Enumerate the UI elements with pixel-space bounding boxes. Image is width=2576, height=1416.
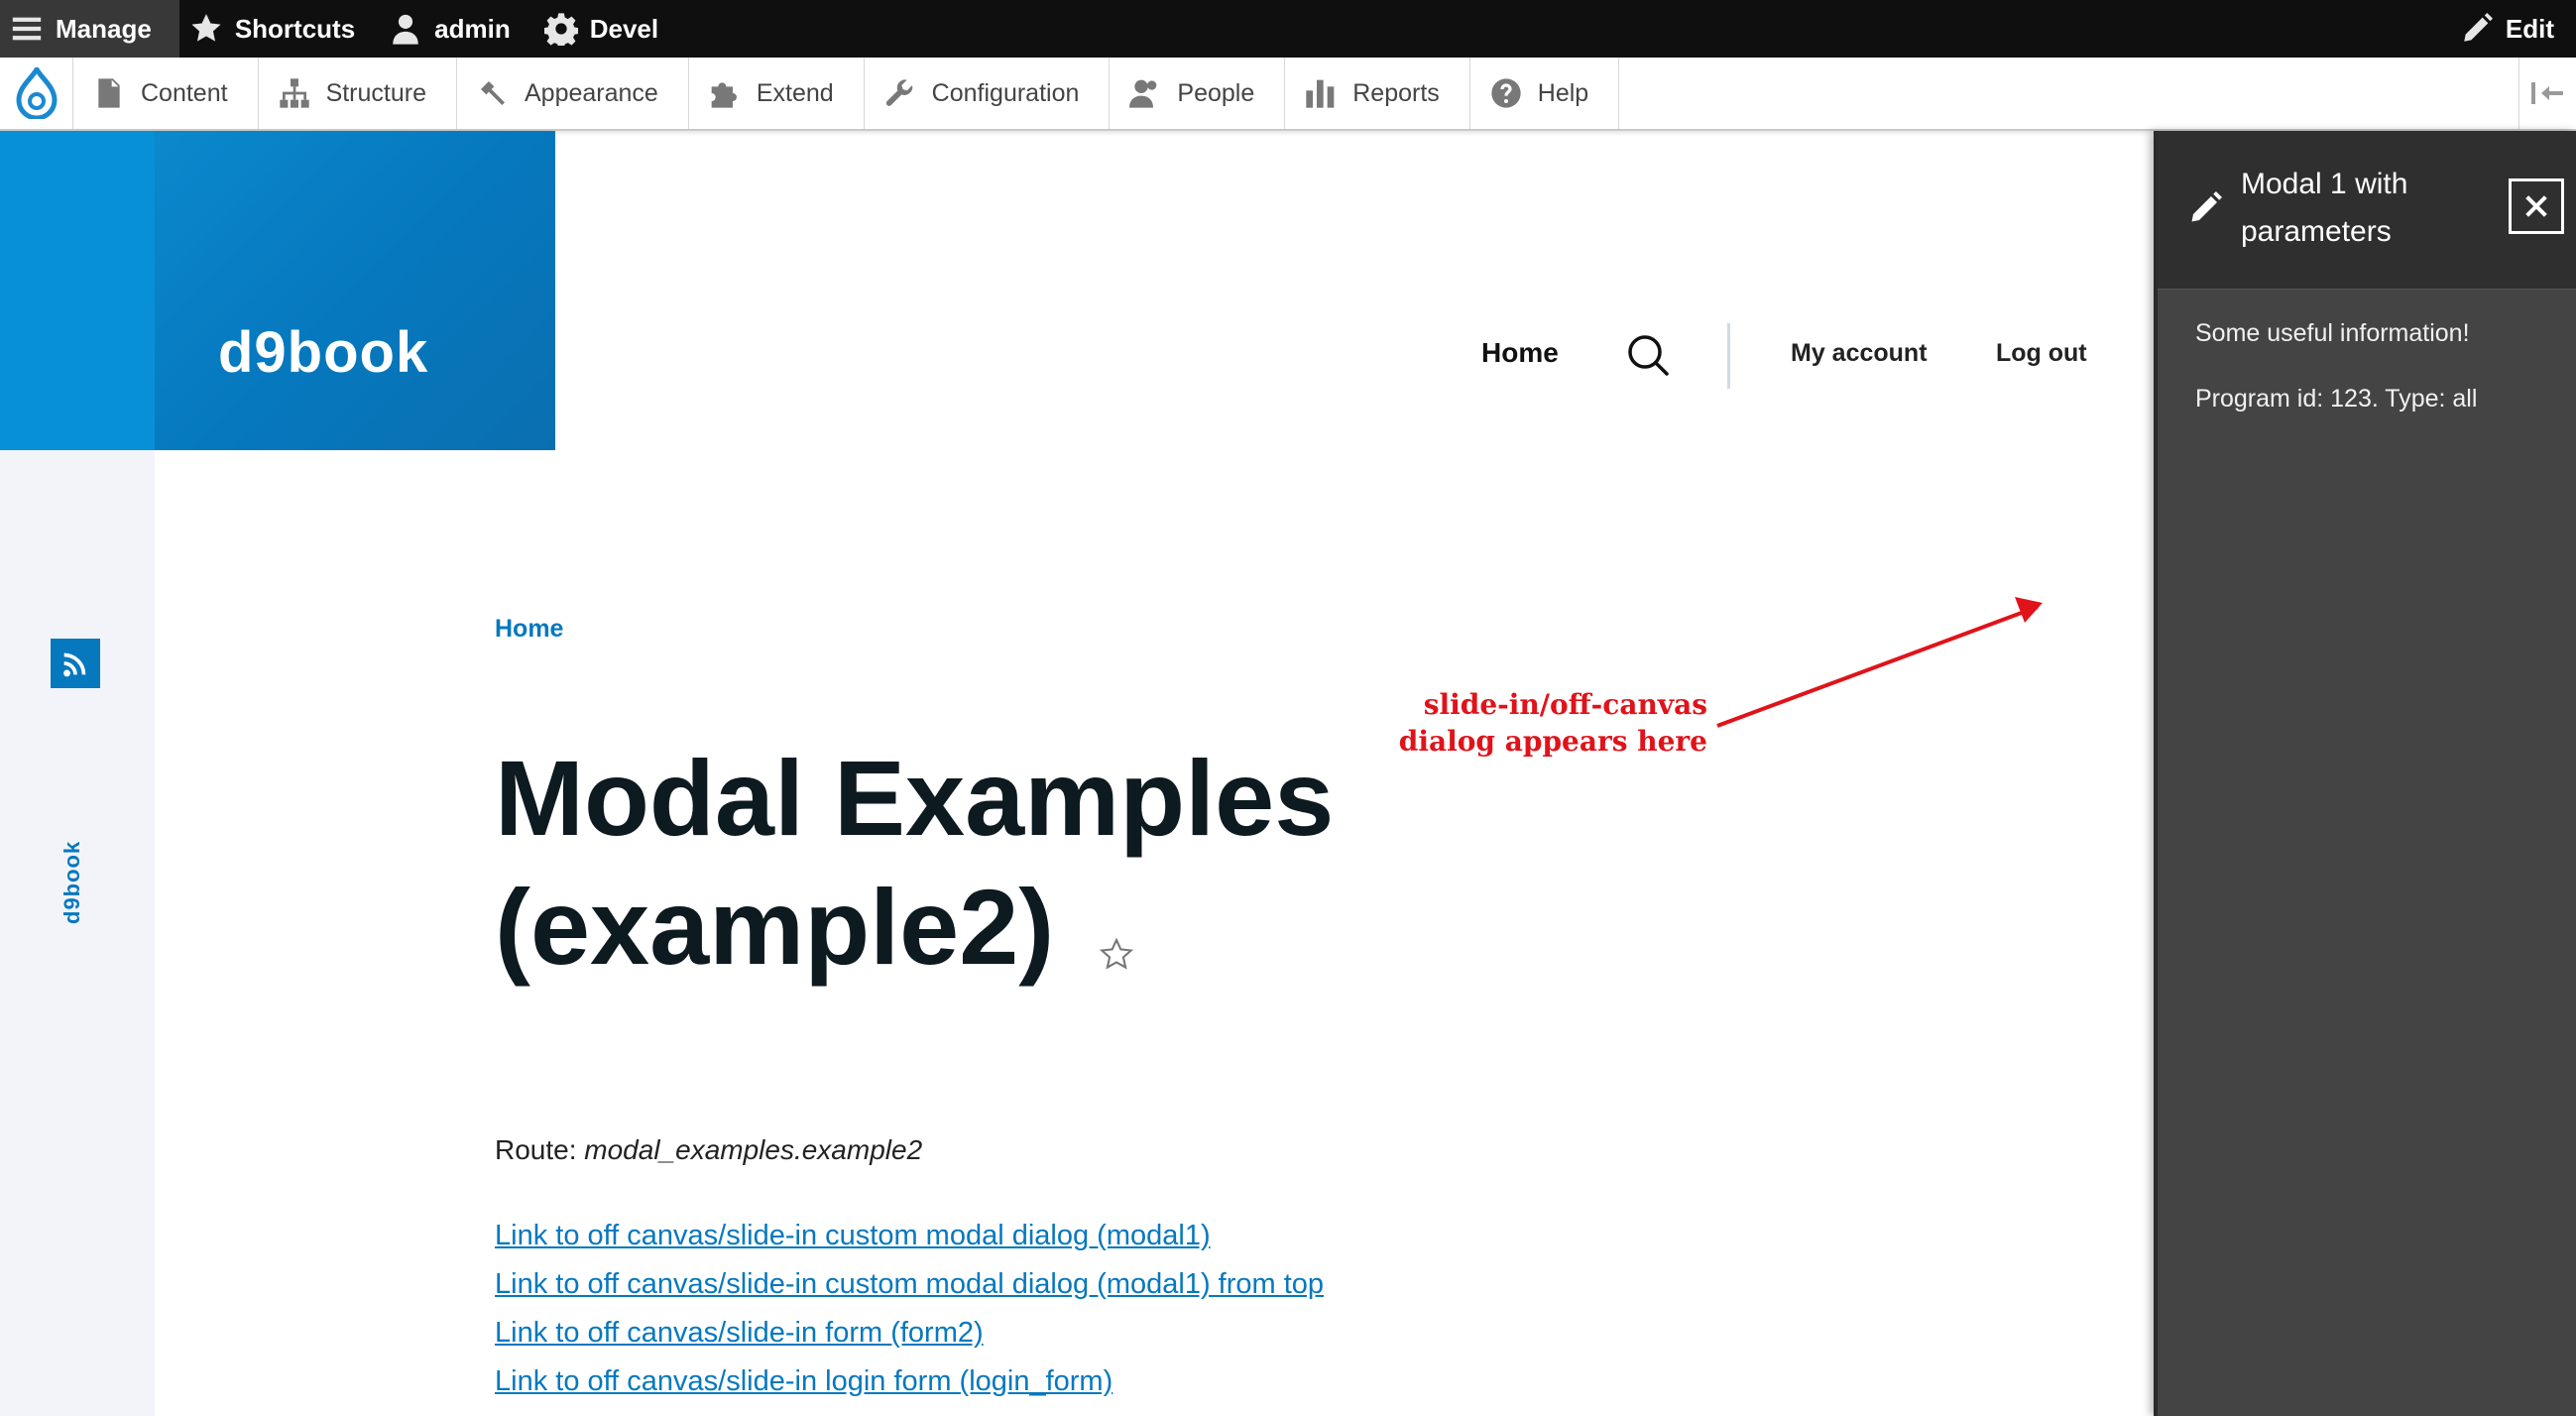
people-icon xyxy=(1129,79,1157,108)
user-icon xyxy=(393,14,418,45)
site-branding[interactable]: d9book xyxy=(0,131,555,450)
tray-item-configuration[interactable]: Configuration xyxy=(865,58,1111,129)
link-modal1-top[interactable]: Link to off canvas/slide-in custom modal… xyxy=(495,1260,1324,1309)
annotation-line1: slide-in/off-canvas xyxy=(1423,688,1707,721)
tray-item-people[interactable]: People xyxy=(1110,58,1286,129)
devel-toolbar-button[interactable]: Devel xyxy=(534,0,682,58)
nav-home-link[interactable]: Home xyxy=(1481,337,1559,369)
tray-item-label: Appearance xyxy=(525,78,658,107)
page-title: Modal Examples (example2) xyxy=(495,734,1585,992)
drupal-drop-icon xyxy=(15,67,58,119)
link-form2[interactable]: Link to off canvas/slide-in form (form2) xyxy=(495,1309,1324,1357)
sitemap-icon xyxy=(279,78,309,108)
log-out-link[interactable]: Log out xyxy=(1996,339,2087,368)
dialog-info-text: Some useful information! xyxy=(2195,319,2470,347)
tray-item-label: Structure xyxy=(325,78,426,107)
bar-chart-icon xyxy=(1306,79,1335,108)
help-icon xyxy=(1491,78,1521,108)
document-icon xyxy=(98,78,120,108)
dialog-close-button[interactable] xyxy=(2509,178,2564,234)
site-name[interactable]: d9book xyxy=(218,319,428,386)
rail-site-label: d9book xyxy=(59,840,84,924)
dialog-title: Modal 1 with parameters xyxy=(2241,168,2408,248)
user-toolbar-button[interactable]: admin xyxy=(379,0,534,58)
modal-links-list: Link to off canvas/slide-in custom modal… xyxy=(495,1212,1324,1406)
off-canvas-dialog: Modal 1 with parameters Some useful info… xyxy=(2154,131,2576,1416)
tray-item-help[interactable]: Help xyxy=(1470,58,1620,129)
annotation-arrow xyxy=(1716,597,2043,728)
devel-label: Devel xyxy=(589,13,659,44)
user-label: admin xyxy=(434,13,511,44)
paint-hammer-icon xyxy=(481,81,505,105)
admin-tray: Content Structure Appearance Extend Conf… xyxy=(0,58,2576,131)
edit-toolbar-button[interactable]: Edit xyxy=(2450,0,2576,58)
manage-toolbar-button[interactable]: Manage xyxy=(0,0,179,58)
wrench-icon xyxy=(885,79,912,106)
tray-item-label: People xyxy=(1177,78,1255,107)
tray-item-label: Help xyxy=(1537,78,1589,107)
close-icon xyxy=(2525,195,2547,217)
nav-divider xyxy=(1727,323,1730,389)
dialog-header: Modal 1 with parameters xyxy=(2158,131,2576,290)
route-label: Route: xyxy=(495,1134,585,1165)
pencil-icon xyxy=(2191,191,2222,222)
admin-toolbar: Manage Shortcuts admin Devel Edit xyxy=(0,0,2576,58)
tray-item-appearance[interactable]: Appearance xyxy=(457,58,689,129)
route-text: Route: modal_examples.example2 xyxy=(495,1134,922,1166)
edit-label: Edit xyxy=(2505,13,2554,44)
tray-item-extend[interactable]: Extend xyxy=(689,58,865,129)
tray-item-content[interactable]: Content xyxy=(73,58,259,129)
annotation-line2: dialog appears here xyxy=(1398,725,1707,758)
hamburger-icon xyxy=(12,17,42,41)
route-value: modal_examples.example2 xyxy=(584,1134,923,1165)
puzzle-icon xyxy=(711,82,737,108)
gear-icon xyxy=(543,13,578,46)
tray-item-label: Extend xyxy=(756,78,834,107)
branding-stripe xyxy=(0,131,155,450)
annotation-text: slide-in/off-canvas dialog appears here xyxy=(1390,686,1707,760)
dialog-program-text: Program id: 123. Type: all xyxy=(2195,385,2478,413)
page-title-line2: (example2) xyxy=(495,867,1055,987)
star-outline-icon[interactable] xyxy=(1099,937,1134,973)
breadcrumb-home[interactable]: Home xyxy=(495,615,563,644)
tray-item-structure[interactable]: Structure xyxy=(259,58,457,129)
my-account-link[interactable]: My account xyxy=(1791,339,1928,368)
star-icon xyxy=(191,14,221,42)
tray-orientation-toggle[interactable] xyxy=(2518,58,2576,129)
link-modal1[interactable]: Link to off canvas/slide-in custom modal… xyxy=(495,1212,1324,1260)
tray-item-label: Configuration xyxy=(931,78,1080,107)
collapse-arrow-icon xyxy=(2530,82,2563,104)
shortcuts-label: Shortcuts xyxy=(234,13,356,44)
pencil-icon xyxy=(2464,12,2493,42)
link-login-form[interactable]: Link to off canvas/slide-in login form (… xyxy=(495,1357,1324,1406)
tray-item-reports[interactable]: Reports xyxy=(1285,58,1470,129)
tray-item-label: Reports xyxy=(1352,78,1440,107)
tray-item-label: Content xyxy=(141,78,228,107)
drupal-logo-button[interactable] xyxy=(0,58,73,129)
dialog-body: Some useful information! Program id: 123… xyxy=(2195,317,2562,448)
search-icon[interactable] xyxy=(1626,333,1670,377)
rss-icon[interactable] xyxy=(51,639,100,688)
manage-label: Manage xyxy=(56,13,152,44)
shortcuts-toolbar-button[interactable]: Shortcuts xyxy=(179,0,379,58)
